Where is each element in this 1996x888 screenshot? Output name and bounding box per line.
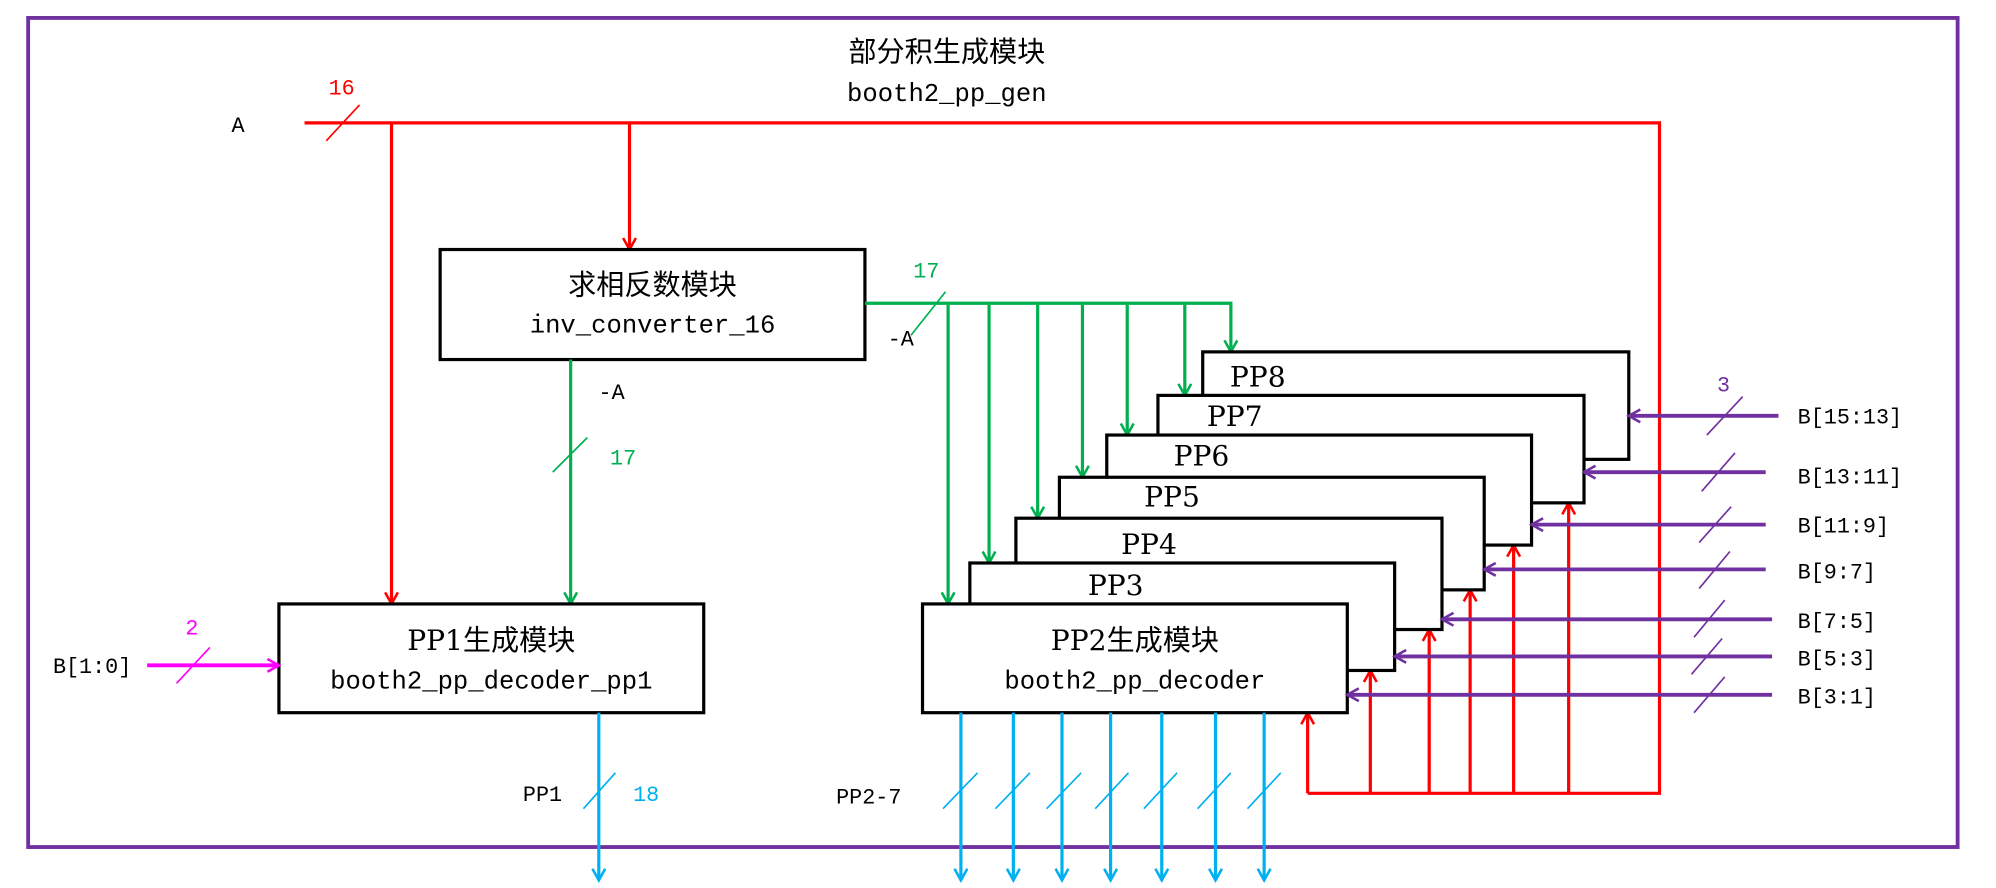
- b-7-5-label: B[7:5]: [1798, 610, 1876, 635]
- input-a-label: A: [231, 114, 245, 139]
- b10-label: B[1:0]: [53, 655, 131, 680]
- inv-converter-block: 求相反数模块 inv_converter_16: [438, 247, 867, 362]
- neg-a-label-right: -A: [888, 327, 915, 352]
- neg-a-label-left: -A: [599, 381, 626, 406]
- pp1-title-cn: PP1生成模块: [407, 624, 575, 657]
- b-15-13-label: B[15:13]: [1798, 406, 1902, 431]
- pp1-title-en: booth2_pp_decoder_pp1: [330, 667, 652, 696]
- neg-a-width-left: 17: [610, 446, 636, 471]
- b-13-11-label: B[13:11]: [1798, 466, 1902, 491]
- booth-pp-gen-diagram: 部分积生成模块 booth2_pp_gen A 16 求相反数模块 inv_co…: [26, 16, 1960, 888]
- b-11-9-label: B[11:9]: [1798, 514, 1889, 539]
- pp3-label: PP3: [1088, 569, 1144, 602]
- pp-stack: PP8 PP7 PP6 PP5 PP4 PP3 PP2生成模块 booth2_p…: [920, 350, 1631, 715]
- b-3-1-label: B[3:1]: [1798, 686, 1876, 711]
- pp2-title-en: booth2_pp_decoder: [1004, 667, 1265, 696]
- b-5-3-label: B[5:3]: [1798, 647, 1876, 672]
- neg-a-width-right: 17: [913, 260, 939, 285]
- inv-title-en: inv_converter_16: [530, 312, 776, 341]
- pp4-label: PP4: [1121, 528, 1177, 561]
- pp2-7-output-buses: [942, 712, 1282, 881]
- module-title-cn: 部分积生成模块: [848, 35, 1045, 68]
- b-9-7-label: B[9:7]: [1798, 560, 1876, 585]
- pp5-label: PP5: [1144, 481, 1200, 514]
- module-title-en: booth2_pp_gen: [847, 80, 1047, 109]
- pp2-title-cn: PP2生成模块: [1051, 624, 1219, 657]
- pp2-7-output-label: PP2-7: [836, 786, 901, 811]
- pp1-output-label: PP1: [523, 783, 562, 808]
- module-frame: [26, 16, 1960, 849]
- b10-width: 2: [185, 617, 198, 642]
- pp1-output-bus: [582, 712, 617, 881]
- inv-title-cn: 求相反数模块: [568, 268, 737, 301]
- pp6-label: PP6: [1174, 440, 1230, 473]
- b-width: 3: [1717, 374, 1730, 399]
- pp1-block: PP1生成模块 booth2_pp_decoder_pp1: [277, 602, 706, 715]
- b10-bus: [147, 646, 279, 684]
- pp1-output-width: 18: [633, 783, 659, 808]
- pp8-label: PP8: [1230, 360, 1286, 393]
- a-width-label: 16: [329, 77, 355, 102]
- pp7-label: PP7: [1207, 400, 1263, 433]
